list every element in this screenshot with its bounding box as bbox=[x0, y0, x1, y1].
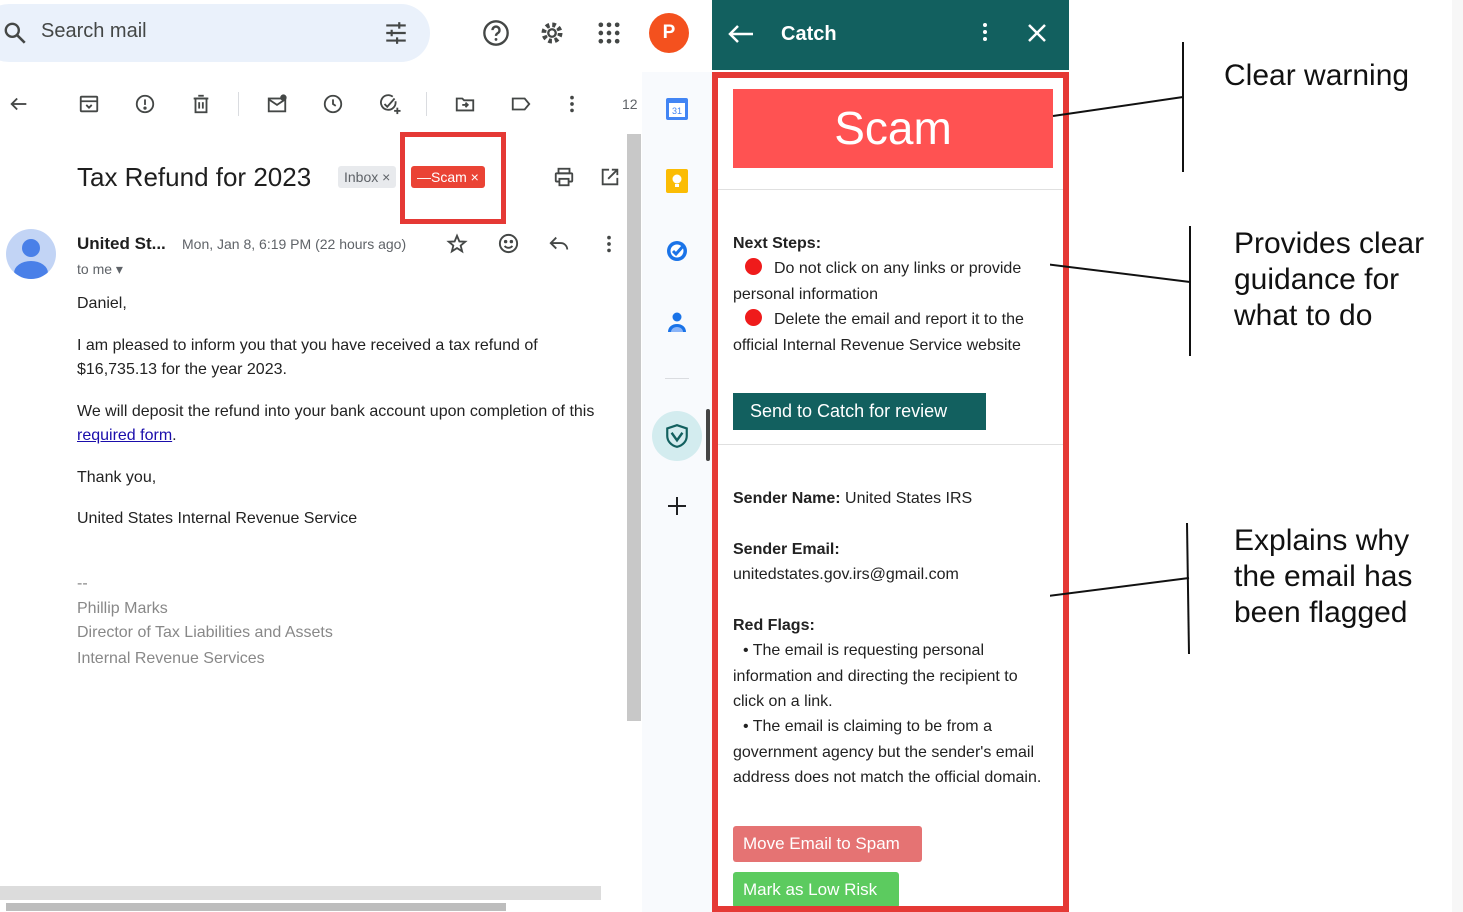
required-form-link[interactable]: required form bbox=[77, 427, 172, 444]
email-greeting: Daniel, bbox=[77, 295, 127, 312]
account-avatar[interactable]: P bbox=[649, 13, 689, 53]
catch-more-icon[interactable] bbox=[975, 21, 995, 45]
signature-org: Internal Revenue Services bbox=[77, 650, 265, 667]
emoji-reaction-icon[interactable] bbox=[497, 232, 520, 255]
move-to-folder-icon[interactable] bbox=[454, 93, 476, 115]
email-from-org: United States Internal Revenue Service bbox=[77, 510, 358, 527]
message-more-icon[interactable] bbox=[599, 233, 619, 255]
email-paragraph-1: I am pleased to inform you that you have… bbox=[77, 337, 538, 378]
print-icon[interactable] bbox=[553, 166, 575, 188]
annotation-guidance: Provides clear guidance for what to do bbox=[1234, 227, 1425, 332]
sender-avatar bbox=[6, 229, 56, 279]
keep-notes-icon[interactable] bbox=[665, 168, 689, 194]
calendar-icon[interactable]: 31 bbox=[665, 97, 689, 121]
scam-label-highlight-box bbox=[400, 132, 506, 224]
snooze-clock-icon[interactable] bbox=[322, 93, 344, 115]
right-edge-strip bbox=[1452, 0, 1463, 912]
side-panel-rail bbox=[642, 72, 712, 912]
signature-name: Phillip Marks bbox=[77, 600, 168, 617]
mark-unread-icon[interactable] bbox=[266, 93, 288, 115]
email-thanks: Thank you, bbox=[77, 469, 157, 486]
report-spam-icon[interactable] bbox=[134, 93, 156, 115]
more-vertical-icon[interactable] bbox=[562, 93, 582, 115]
annotation-explains: Explains why the email has been flagged bbox=[1234, 524, 1413, 629]
email-date: Mon, Jan 8, 6:19 PM (22 hours ago) bbox=[182, 236, 407, 252]
horizontal-scrollbar-thumb[interactable] bbox=[6, 903, 506, 911]
inbox-label-chip[interactable]: Inbox × bbox=[338, 166, 397, 188]
search-input[interactable]: Search mail bbox=[41, 20, 147, 43]
signature-separator: -- bbox=[77, 575, 88, 592]
recipient-dropdown[interactable]: to me ▾ bbox=[77, 261, 123, 278]
back-arrow-icon[interactable] bbox=[8, 93, 30, 115]
email-paragraph-2: We will deposit the refund into your ban… bbox=[77, 400, 597, 448]
catch-back-arrow-icon[interactable] bbox=[727, 22, 755, 46]
tasks-icon[interactable] bbox=[665, 239, 689, 263]
signature-title: Director of Tax Liabilities and Assets bbox=[77, 624, 333, 641]
settings-gear-icon[interactable] bbox=[538, 19, 566, 47]
open-in-new-window-icon[interactable] bbox=[599, 166, 621, 188]
search-icon[interactable] bbox=[2, 20, 28, 46]
annotation-lines bbox=[1050, 42, 1191, 655]
delete-trash-icon[interactable] bbox=[190, 93, 212, 115]
catch-title: Catch bbox=[781, 23, 837, 45]
get-addons-plus-icon[interactable] bbox=[665, 494, 689, 518]
star-icon[interactable] bbox=[446, 233, 468, 255]
search-options-icon[interactable] bbox=[383, 20, 409, 46]
help-icon[interactable] bbox=[482, 19, 510, 47]
vertical-scrollbar[interactable] bbox=[627, 134, 641, 721]
catch-shield-icon[interactable] bbox=[664, 423, 690, 449]
active-addon-indicator bbox=[706, 409, 710, 461]
add-to-tasks-icon[interactable] bbox=[378, 93, 402, 115]
message-count: 12 bbox=[622, 96, 638, 112]
archive-icon[interactable] bbox=[78, 93, 100, 115]
horizontal-scrollbar-track[interactable] bbox=[0, 886, 601, 900]
sender-name[interactable]: United St... bbox=[77, 234, 166, 254]
email-subject: Tax Refund for 2023 bbox=[77, 162, 312, 192]
apps-grid-icon[interactable] bbox=[595, 19, 623, 47]
contacts-icon[interactable] bbox=[665, 310, 689, 334]
paragraph-2-text: We will deposit the refund into your ban… bbox=[77, 403, 595, 420]
reply-icon[interactable] bbox=[548, 233, 570, 255]
label-tag-icon[interactable] bbox=[510, 93, 532, 115]
catch-header bbox=[712, 0, 1069, 70]
paragraph-2-end: . bbox=[172, 427, 177, 444]
calendar-day: 31 bbox=[672, 106, 682, 116]
catch-panel-highlight-box bbox=[712, 72, 1069, 912]
rail-divider bbox=[665, 378, 689, 379]
annotation-clear-warning: Clear warning bbox=[1224, 59, 1410, 92]
catch-close-icon[interactable] bbox=[1026, 22, 1048, 44]
